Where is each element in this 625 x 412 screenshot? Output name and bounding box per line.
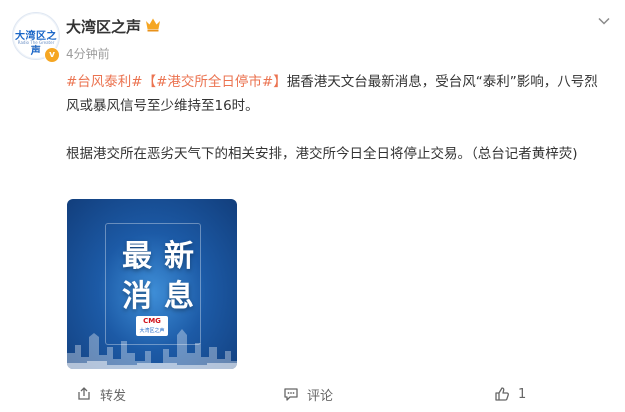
like-icon bbox=[495, 387, 509, 401]
image-headline-1: 最新 bbox=[122, 239, 206, 274]
hashtag-hkex[interactable]: 【#港交所全日停市#】 bbox=[143, 74, 287, 90]
like-count: 1 bbox=[518, 386, 527, 402]
share-button[interactable]: 转发 bbox=[76, 384, 126, 404]
post-image[interactable]: 最新 消息 CMG 大湾区之声 bbox=[67, 199, 237, 369]
comment-icon bbox=[284, 388, 298, 401]
author-name[interactable]: 大湾区之声 bbox=[66, 16, 141, 37]
post-actions: 转发 评论 1 bbox=[0, 376, 625, 412]
comment-button[interactable]: 评论 bbox=[283, 384, 333, 404]
comment-label: 评论 bbox=[307, 388, 334, 404]
post-time[interactable]: 4分钟前 bbox=[66, 45, 110, 62]
post-paragraph-2: 根据港交所在恶劣天气下的相关安排，港交所今日全日将停止交易。（总台记者黄梓荧) bbox=[66, 146, 578, 162]
share-icon bbox=[78, 387, 90, 400]
verified-icon: v bbox=[44, 47, 60, 63]
city-skyline bbox=[67, 329, 237, 369]
like-button[interactable]: 1 bbox=[494, 384, 526, 404]
share-label: 转发 bbox=[100, 388, 127, 404]
hashtag-typhoon[interactable]: #台风泰利# bbox=[66, 74, 143, 90]
crown-icon bbox=[146, 18, 160, 32]
post-paragraph-1: #台风泰利#【#港交所全日停市#】据香港天文台最新消息，受台风“泰利”影响，八号… bbox=[66, 70, 606, 118]
chevron-down-icon[interactable] bbox=[597, 14, 611, 28]
post-text: #台风泰利#【#港交所全日停市#】据香港天文台最新消息，受台风“泰利”影响，八号… bbox=[66, 70, 606, 166]
image-headline-2: 消息 bbox=[122, 279, 206, 314]
